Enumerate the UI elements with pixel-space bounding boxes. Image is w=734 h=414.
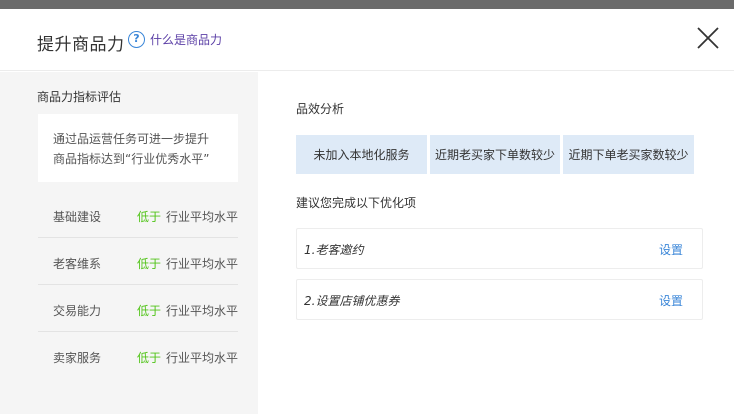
analysis-tag: 近期老买家下单数较少 [430,135,560,174]
analysis-title: 品效分析 [296,102,345,116]
metric-status: 低于 [137,257,162,271]
metric-benchmark: 行业平均水平 [166,304,239,318]
metric-row-basic: 基础建设 低于 行业平均水平 [38,191,238,238]
metric-name: 卖家服务 [53,351,102,365]
metric-panel-title: 商品力指标评估 [37,90,122,104]
close-icon[interactable] [695,25,721,51]
metric-status: 低于 [137,210,162,224]
metric-status: 低于 [137,304,162,318]
help-link-label[interactable]: 什么是商品力 [150,31,222,48]
metric-row-trade: 交易能力 低于 行业平均水平 [38,285,238,332]
tip-line-1: 通过品运营任务可进一步提升 [53,132,210,146]
improve-product-power-dialog: 提升商品力 ? 什么是商品力 商品力指标评估 通过品运营任务可进一步提升 商品指… [0,9,734,414]
analysis-tag: 近期下单老买家数较少 [563,135,694,174]
setup-link[interactable]: 设置 [659,241,683,258]
question-circle-icon: ? [128,31,145,48]
help-link[interactable]: ? 什么是商品力 [128,31,222,48]
analysis-tag: 未加入本地化服务 [296,135,427,174]
dialog-title: 提升商品力 [37,35,125,55]
metric-row-service: 卖家服务 低于 行业平均水平 [38,332,238,379]
metric-name: 基础建设 [53,210,102,224]
metric-benchmark: 行业平均水平 [166,210,239,224]
analysis-panel: 品效分析 未加入本地化服务 近期老买家下单数较少 近期下单老买家数较少 建议您完… [258,72,734,414]
optimization-item: 2.设置店铺优惠券 设置 [296,279,703,320]
tip-box: 通过品运营任务可进一步提升 商品指标达到“行业优秀水平” [38,114,238,182]
metric-name: 交易能力 [53,304,102,318]
metric-row-retention: 老客维系 低于 行业平均水平 [38,238,238,285]
metric-benchmark: 行业平均水平 [166,351,239,365]
backdrop-strip [0,0,734,9]
suggestion-title: 建议您完成以下优化项 [296,196,417,210]
dialog-header: 提升商品力 ? 什么是商品力 [0,9,734,71]
optimization-item-label: 2.设置店铺优惠券 [304,294,400,308]
setup-link[interactable]: 设置 [659,292,683,309]
metric-name: 老客维系 [53,257,102,271]
optimization-item-label: 1.老客邀约 [304,243,364,257]
optimization-item: 1.老客邀约 设置 [296,228,703,269]
tip-line-2: 商品指标达到“行业优秀水平” [53,152,210,166]
metric-evaluation-panel: 商品力指标评估 通过品运营任务可进一步提升 商品指标达到“行业优秀水平” 基础建… [0,72,258,414]
metric-status: 低于 [137,351,162,365]
metric-benchmark: 行业平均水平 [166,257,239,271]
